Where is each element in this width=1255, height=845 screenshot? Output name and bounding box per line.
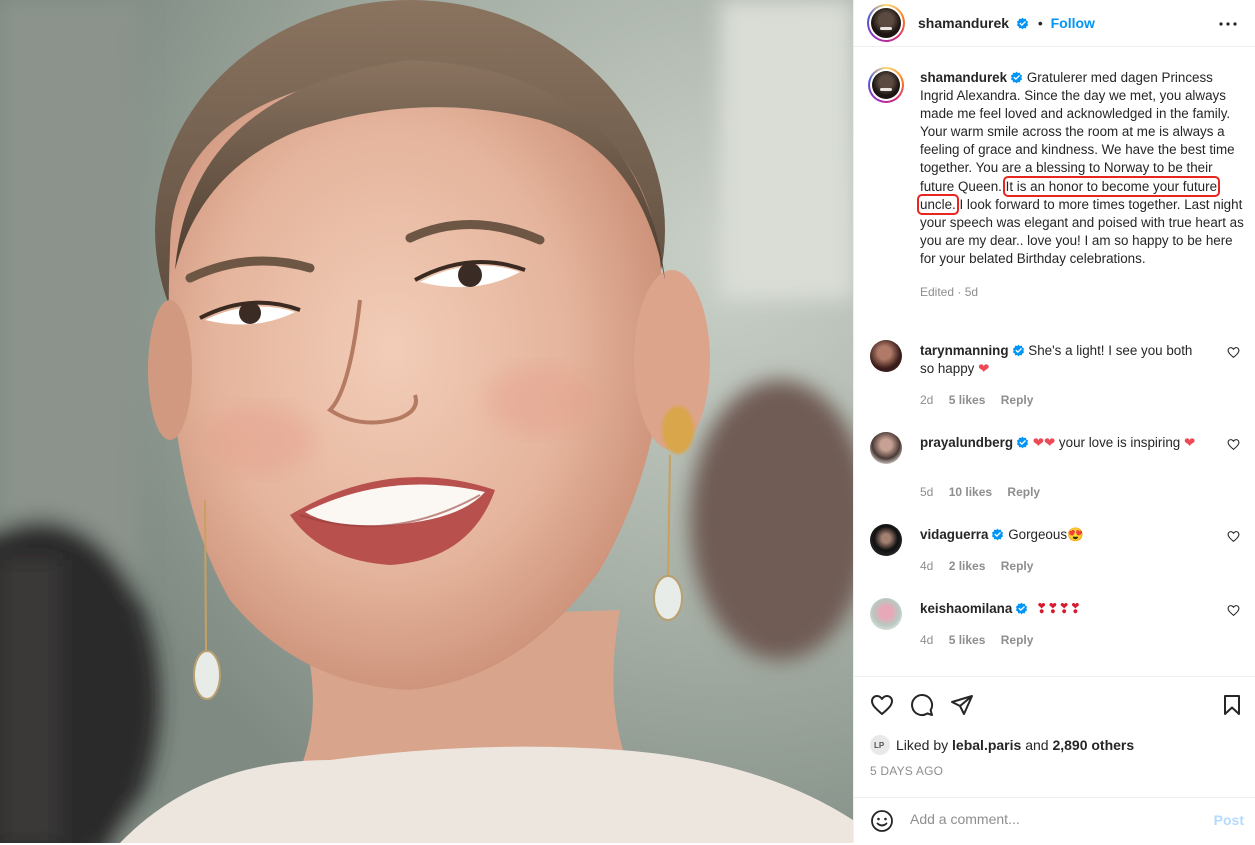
comment-avatar[interactable]	[870, 432, 902, 464]
caption-edited: Edited · 5d	[920, 285, 979, 300]
comment-time: 4d	[920, 633, 934, 647]
comment-text: keishaomilana ❣❣❣❣	[920, 600, 1210, 618]
heart-eyes-emoji: 😍	[1067, 527, 1084, 542]
liked-by-user[interactable]: lebal.paris	[952, 737, 1021, 753]
comment-likes[interactable]: 5 likes	[949, 633, 986, 647]
verified-badge-icon	[1012, 344, 1024, 357]
reply-button[interactable]: Reply	[1001, 559, 1034, 573]
heart-exclamation-emoji: ❣❣❣❣	[1036, 601, 1081, 616]
portrait-image	[0, 0, 853, 843]
bookmark-icon[interactable]	[1220, 693, 1244, 717]
reply-button[interactable]: Reply	[1001, 633, 1034, 647]
share-icon[interactable]	[950, 693, 974, 717]
comment-text: prayalundberg ❤❤ your love is inspiring …	[920, 434, 1210, 452]
comment-username[interactable]: keishaomilana	[920, 601, 1012, 616]
comment-avatar[interactable]	[870, 524, 902, 556]
liked-by-others[interactable]: 2,890 others	[1052, 737, 1134, 753]
header-user-line: shamandurek • Follow	[918, 15, 1095, 31]
comment-item: tarynmanning She's a light! I see you bo…	[870, 340, 1250, 410]
comment-meta: 5d 10 likes Reply	[920, 485, 1040, 499]
caption-avatar[interactable]	[868, 67, 904, 103]
comment-username[interactable]: tarynmanning	[920, 343, 1009, 358]
instagram-post: shamandurek • Follow shamandurek Gratule…	[0, 0, 1255, 843]
caption-text: shamandurek Gratulerer med dagen Princes…	[916, 69, 1244, 301]
post-comment-button[interactable]: Post	[1214, 812, 1244, 828]
emoji-icon[interactable]	[870, 809, 894, 833]
comment-meta: 4d 2 likes Reply	[920, 559, 1033, 573]
verified-badge-icon	[992, 528, 1004, 541]
comment-item: prayalundberg ❤❤ your love is inspiring …	[870, 432, 1250, 502]
comment-likes[interactable]: 5 likes	[949, 393, 986, 407]
liked-by-line: LP Liked by lebal.paris and 2,890 others	[870, 735, 1134, 755]
liked-by-prefix: Liked by	[896, 737, 953, 753]
reply-button[interactable]: Reply	[1007, 485, 1040, 499]
verified-badge-icon	[1011, 71, 1023, 84]
like-heart-icon[interactable]	[870, 693, 894, 717]
post-timestamp[interactable]: 5 DAYS AGO	[870, 764, 943, 778]
header-avatar[interactable]	[867, 4, 905, 42]
verified-badge-icon	[1016, 17, 1028, 30]
reply-button[interactable]: Reply	[1001, 393, 1034, 407]
caption: shamandurek Gratulerer med dagen Princes…	[868, 67, 1250, 339]
comment-text: vidaguerra Gorgeous😍	[920, 526, 1210, 544]
comment-meta: 2d 5 likes Reply	[920, 393, 1033, 407]
add-comment-bar: Post	[854, 797, 1255, 845]
comment-item: vidaguerra Gorgeous😍 4d 2 likes Reply	[870, 524, 1250, 578]
follow-button[interactable]: Follow	[1051, 15, 1095, 31]
header-username[interactable]: shamandurek	[918, 15, 1009, 31]
comment-time: 2d	[920, 393, 934, 407]
comment-time: 5d	[920, 485, 934, 499]
heart-icon[interactable]	[1227, 604, 1240, 617]
comment-avatar[interactable]	[870, 340, 902, 372]
comment-time: 4d	[920, 559, 934, 573]
liker-avatar[interactable]: LP	[870, 735, 890, 755]
red-heart-emoji: ❤	[1183, 435, 1196, 450]
comment-likes[interactable]: 10 likes	[949, 485, 992, 499]
post-actions: LP Liked by lebal.paris and 2,890 others …	[854, 676, 1255, 844]
heart-icon[interactable]	[1227, 438, 1240, 451]
comment-text: tarynmanning She's a light! I see you bo…	[920, 342, 1210, 378]
red-heart-emoji: ❤	[978, 361, 990, 376]
comment-meta: 4d 5 likes Reply	[920, 633, 1033, 647]
more-options-icon[interactable]	[1216, 12, 1240, 36]
add-comment-input[interactable]	[910, 811, 1200, 827]
comment-body: your love is inspiring	[1055, 435, 1181, 450]
comment-username[interactable]: prayalundberg	[920, 435, 1013, 450]
comment-username[interactable]: vidaguerra	[920, 527, 988, 542]
heart-icon[interactable]	[1227, 530, 1240, 543]
comment-avatar[interactable]	[870, 598, 902, 630]
comment-icon[interactable]	[910, 693, 934, 717]
caption-body-continued: I look forward to more times together. L…	[920, 196, 1244, 266]
post-photo[interactable]	[0, 0, 853, 843]
post-header: shamandurek • Follow	[854, 0, 1255, 47]
caption-body: Gratulerer med dagen Princess Ingrid Ale…	[920, 70, 1235, 194]
comment-likes[interactable]: 2 likes	[949, 559, 986, 573]
caption-username[interactable]: shamandurek	[920, 70, 1007, 85]
red-heart-emoji: ❤❤	[1032, 435, 1056, 450]
heart-icon[interactable]	[1227, 346, 1240, 359]
comment-body: Gorgeous	[1008, 527, 1068, 542]
comments-section[interactable]: shamandurek Gratulerer med dagen Princes…	[854, 47, 1255, 675]
liked-by-and: and	[1021, 737, 1053, 753]
verified-badge-icon	[1016, 602, 1028, 615]
header-separator: •	[1037, 15, 1043, 31]
comment-item: keishaomilana ❣❣❣❣ 4d 5 likes Reply	[870, 598, 1250, 652]
post-side-panel: shamandurek • Follow shamandurek Gratule…	[853, 0, 1255, 843]
verified-badge-icon	[1016, 436, 1029, 449]
